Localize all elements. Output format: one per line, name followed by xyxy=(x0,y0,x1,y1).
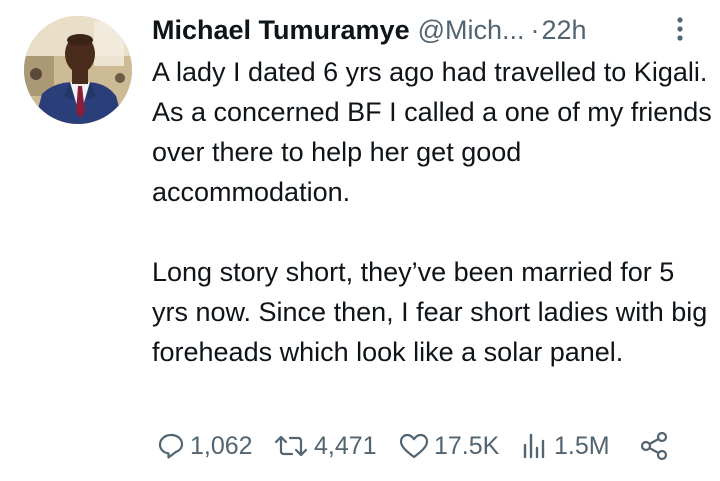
reply-button[interactable]: 1,062 xyxy=(156,424,253,468)
action-bar: 1,062 4,471 17.5K 1.5M xyxy=(152,424,692,468)
view-count: 1.5M xyxy=(554,431,610,460)
separator-dot: · xyxy=(530,15,540,45)
tweet: Michael Tumuramye @Mich... ·22h A lady I d… xyxy=(0,0,720,481)
like-button[interactable]: 17.5K xyxy=(398,424,499,468)
share-button[interactable] xyxy=(638,424,670,468)
tweet-paragraph: Long story short, they’ve been married f… xyxy=(152,257,708,367)
tweet-paragraph: A lady I dated 6 yrs ago had travelled t… xyxy=(152,57,712,207)
reply-count: 1,062 xyxy=(190,431,253,460)
views-icon xyxy=(523,433,545,459)
repost-count: 4,471 xyxy=(314,431,377,460)
avatar[interactable] xyxy=(24,16,132,124)
reply-icon xyxy=(158,433,184,459)
share-icon xyxy=(640,431,668,461)
like-icon xyxy=(399,433,429,459)
more-icon xyxy=(677,17,683,41)
repost-icon xyxy=(274,435,308,457)
author-name[interactable]: Michael Tumuramye xyxy=(152,15,410,45)
tweet-text: A lady I dated 6 yrs ago had travelled t… xyxy=(152,52,712,372)
tweet-timestamp[interactable]: 22h xyxy=(542,15,587,45)
views-button[interactable]: 1.5M xyxy=(520,424,610,468)
tweet-header: Michael Tumuramye @Mich... ·22h xyxy=(152,10,587,50)
author-handle[interactable]: @Mich... xyxy=(418,15,525,45)
like-count: 17.5K xyxy=(434,431,500,460)
repost-button[interactable]: 4,471 xyxy=(272,424,377,468)
more-options-button[interactable] xyxy=(666,14,694,44)
